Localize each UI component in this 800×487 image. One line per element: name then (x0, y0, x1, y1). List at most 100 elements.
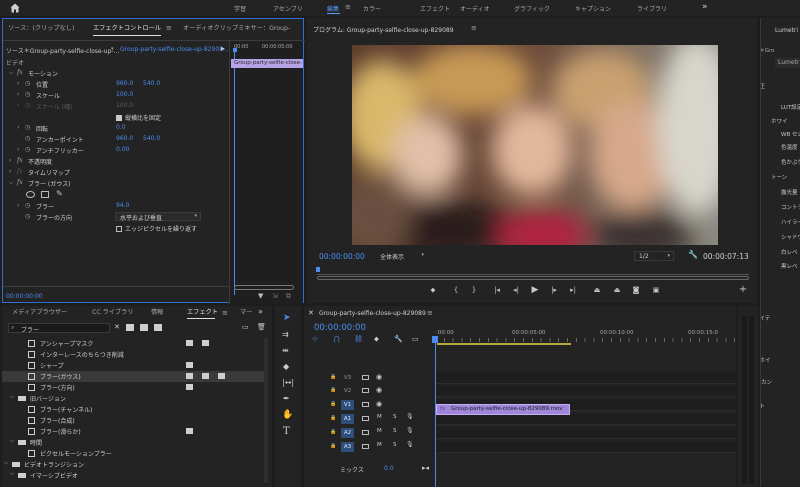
track-name[interactable]: A1 (341, 414, 354, 424)
position-y-value[interactable]: 540.0 (143, 80, 160, 87)
wrench-icon[interactable]: 🔧 (688, 250, 698, 259)
chevron-down-icon[interactable]: ⌵ (4, 459, 9, 467)
tab-info[interactable]: 情報 (151, 306, 163, 320)
ellipse-mask-icon[interactable] (26, 191, 35, 198)
type-tool-icon[interactable]: T (283, 426, 290, 437)
comparison-view-icon[interactable]: ▣ (650, 284, 662, 296)
panel-menu-icon[interactable]: ≡ (471, 24, 477, 32)
sync-lock-icon[interactable] (362, 375, 369, 380)
microphone-icon[interactable]: 🎙 (406, 427, 414, 434)
play-icon[interactable]: ▶ (529, 284, 541, 296)
add-button-icon[interactable]: + (737, 284, 749, 296)
program-playhead[interactable] (316, 267, 320, 272)
stopwatch-icon[interactable]: ◷ (25, 80, 30, 87)
mute-button[interactable]: M (377, 414, 382, 420)
solo-button[interactable]: S (393, 428, 397, 434)
anchor-y-value[interactable]: 540.0 (143, 135, 160, 142)
blur-direction-dropdown[interactable]: 水平および垂直 ▾ (115, 212, 201, 222)
wrench-icon[interactable]: 🔧 (394, 335, 403, 343)
panel-menu-icon[interactable]: ≡ (427, 309, 433, 317)
mix-value[interactable]: 0.0 (384, 465, 394, 472)
effects-list-item[interactable]: シャープ (2, 360, 264, 371)
dropdown-arrow-icon[interactable]: ▾ (111, 46, 114, 52)
window-icon[interactable]: ⧉ (286, 292, 291, 301)
lumetri-item[interactable]: 露光量 (781, 188, 798, 196)
lock-icon[interactable]: 🔒 (330, 415, 336, 421)
solo-button[interactable]: S (393, 414, 397, 420)
pen-tool-icon[interactable]: ✒ (283, 394, 290, 403)
razor-tool-icon[interactable]: ◆ (283, 362, 289, 371)
lumetri-item[interactable]: シャドウ (781, 233, 800, 241)
tab-source[interactable]: ソース：(クリップなし) (8, 19, 74, 39)
panel-menu-icon[interactable]: ≡ (166, 24, 172, 32)
effects-search-field[interactable]: ⌕ ブラー (8, 323, 110, 334)
lumetri-item[interactable]: 基本補正 (761, 82, 765, 90)
tab-media-browser[interactable]: メディアブラウザー (12, 306, 67, 320)
workspace-tab-effects[interactable]: エフェクト (420, 4, 450, 13)
go-to-in-icon[interactable]: |◂ (491, 284, 503, 296)
effects-list-item[interactable]: ブラー(チャンネル) (2, 404, 264, 415)
chevron-down-icon[interactable]: ⌵ (10, 437, 15, 445)
stopwatch-icon[interactable]: ◷ (25, 135, 30, 142)
clear-search-icon[interactable]: ✕ (114, 323, 120, 331)
eye-icon[interactable]: ◉ (376, 386, 382, 394)
track-lane[interactable] (435, 427, 736, 439)
export-icon[interactable]: ⇲ (272, 292, 278, 300)
blurriness-value[interactable]: 94.0 (116, 202, 129, 209)
stopwatch-icon[interactable]: ◷ (25, 213, 30, 220)
solo-button[interactable]: S (393, 442, 397, 448)
lumetri-item[interactable]: 色かぶり (781, 158, 800, 166)
position-x-value[interactable]: 960.0 (116, 80, 133, 87)
lock-icon[interactable]: 🔒 (330, 443, 336, 449)
track-name[interactable]: A2 (341, 428, 354, 438)
program-current-time[interactable]: 00:00:00:00 (319, 252, 365, 261)
lock-icon[interactable]: 🔒 (330, 387, 336, 393)
workspace-tab-edit[interactable]: 編集 (327, 4, 339, 13)
lift-icon[interactable]: ⏏ (591, 284, 603, 296)
fit-dropdown[interactable]: 全体表示 ▾ (378, 251, 426, 261)
stopwatch-icon[interactable]: ◷ (25, 91, 30, 98)
workspace-tab-audio[interactable]: オーディオ (460, 4, 490, 13)
stopwatch-icon[interactable]: ◷ (25, 146, 30, 153)
effects-list-item[interactable]: ブラー(方向) (2, 382, 264, 393)
play-only-clip-icon[interactable]: ▶ (221, 46, 225, 52)
lock-icon[interactable]: 🔒 (330, 429, 336, 435)
track-name[interactable]: A3 (341, 442, 354, 452)
chevron-down-icon[interactable]: ⌵ (10, 470, 15, 478)
track-lane[interactable] (435, 372, 736, 384)
effects-list-item[interactable]: アンシャープマスク (2, 338, 264, 349)
ec-scrollbar[interactable] (234, 285, 294, 290)
program-timebar[interactable] (317, 274, 749, 275)
slip-tool-icon[interactable]: |↔| (282, 378, 294, 387)
eye-icon[interactable]: ◉ (376, 400, 382, 408)
timeline-ruler-ticks[interactable] (435, 338, 736, 342)
sync-lock-icon[interactable] (362, 388, 369, 393)
captions-icon[interactable]: ▭ (412, 335, 419, 343)
timeline-current-time[interactable]: 00:00:00:00 (314, 323, 366, 333)
snap-icon[interactable]: ⋂ (334, 335, 340, 343)
home-icon[interactable] (10, 3, 20, 13)
effects-scrollbar[interactable] (264, 338, 268, 483)
extract-icon[interactable]: ⏏ (611, 284, 623, 296)
linked-selection-icon[interactable]: ⛓ (354, 335, 363, 343)
delete-icon[interactable]: 🗑 (257, 323, 266, 331)
sync-lock-icon[interactable] (362, 416, 369, 421)
effects-list-item[interactable]: ブラー(滑らか) (2, 426, 264, 437)
effects-list-item[interactable]: ⌵ 旧バージョン (2, 393, 264, 404)
add-marker-icon[interactable]: ⬥ (427, 284, 439, 296)
scale-value[interactable]: 100.0 (116, 91, 133, 98)
lumetri-item[interactable]: ハイライ (781, 218, 800, 226)
effects-list-item[interactable]: ブラー(ガウス) (2, 371, 264, 382)
more-tabs-icon[interactable]: » (258, 307, 263, 316)
mark-in-icon[interactable]: { (450, 284, 462, 296)
lumetri-item[interactable]: クリエイテ (761, 314, 770, 322)
panel-menu-icon[interactable]: ≡ (222, 309, 228, 317)
effects-list-item[interactable]: ⌵ ビデオトランジション (2, 459, 264, 470)
new-bin-icon[interactable]: ▭ (242, 323, 249, 331)
nest-icon[interactable]: ⊹ (312, 335, 318, 343)
tab-effect-controls[interactable]: エフェクトコントロール (93, 19, 161, 39)
stopwatch-icon[interactable]: ◷ (25, 202, 30, 209)
workspace-tab-libraries[interactable]: ライブラリ (637, 4, 667, 13)
program-scrollbar[interactable] (317, 276, 749, 280)
track-name[interactable]: V2 (341, 386, 354, 396)
